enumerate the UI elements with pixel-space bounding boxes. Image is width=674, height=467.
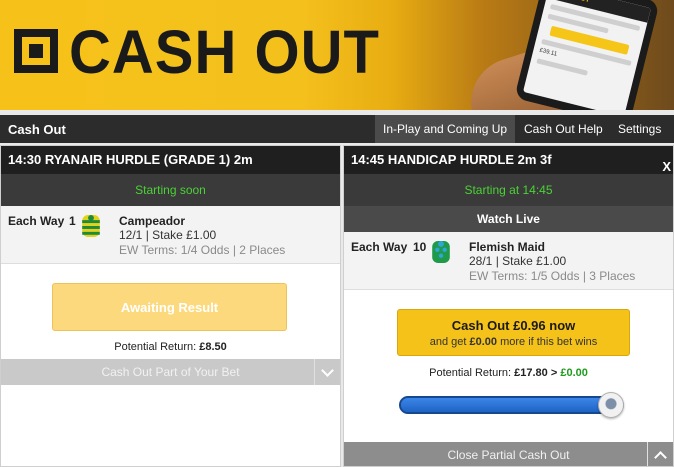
cash-out-sub-amount: £0.00 — [469, 336, 498, 348]
settings-label: Settings — [618, 122, 662, 136]
potential-return-from: £17.80 — [514, 367, 548, 379]
each-way-terms: EW Terms: 1/4 Odds | 2 Places — [119, 243, 286, 257]
potential-return-value: £8.50 — [199, 341, 227, 353]
potential-return: Potential Return: £8.50 — [1, 341, 340, 353]
race-header: 14:30 RYANAIR HURDLE (GRADE 1) 2m — [1, 146, 340, 174]
partial-cash-out-slider[interactable] — [399, 392, 624, 418]
slider-handle[interactable] — [598, 392, 624, 418]
cash-out-logo-icon — [14, 29, 58, 73]
horse-name: Flemish Maid — [469, 240, 546, 254]
cash-out-part-label: Cash Out Part of Your Bet — [101, 365, 240, 379]
potential-return-label: Potential Return: — [114, 341, 200, 353]
race-header-text: 14:45 HANDICAP HURDLE 2m 3f — [351, 152, 552, 167]
horse-name: Campeador — [119, 214, 186, 228]
cash-out-amount: Cash Out £0.96 now — [451, 318, 576, 333]
odds-stake: 28/1 | Stake £1.00 — [469, 254, 567, 268]
phone-image: CASH OUT £39.11 — [514, 0, 660, 110]
race-status: Starting at 14:45 — [344, 174, 673, 206]
tab-settings[interactable]: Settings — [610, 115, 674, 160]
cash-out-part-button[interactable]: Cash Out Part of Your Bet — [1, 359, 340, 385]
race-status: Starting soon — [1, 174, 340, 206]
silk-icon — [432, 241, 450, 263]
chevron-up-icon[interactable] — [647, 442, 673, 466]
bet-type: Each Way — [351, 240, 408, 254]
cash-out-sub-suffix: more if this bet wins — [497, 336, 598, 348]
odds-stake: 12/1 | Stake £1.00 — [119, 228, 217, 242]
race-header: 14:45 HANDICAP HURDLE 2m 3f X — [344, 146, 673, 174]
bet-details: Each Way 10 Flemish Maid 28/1 | Stake £1… — [344, 232, 673, 290]
top-nav-bar: Cash Out In-Play and Coming Up Cash Out … — [0, 115, 674, 160]
potential-return-arrow: > — [547, 367, 561, 379]
potential-return: Potential Return: £17.80 > £0.00 — [344, 367, 673, 379]
bet-card-handicap-hurdle: 14:45 HANDICAP HURDLE 2m 3f X Starting a… — [343, 145, 674, 467]
tab-in-play-and-coming-up[interactable]: In-Play and Coming Up — [375, 115, 516, 143]
chevron-down-icon[interactable] — [314, 359, 340, 385]
cash-out-banner: CASH OUT £39.11 CASH OUT — [0, 0, 674, 110]
silk-icon — [82, 215, 100, 237]
cash-out-button[interactable]: Cash Out £0.96 now and get £0.00 more if… — [397, 309, 630, 356]
page-title: Cash Out — [8, 122, 66, 137]
cash-out-subtext: and get £0.00 more if this bet wins — [398, 336, 629, 348]
slider-fill — [401, 398, 611, 412]
awaiting-result-button: Awaiting Result — [52, 283, 287, 331]
close-partial-cash-out-button[interactable]: Close Partial Cash Out — [344, 442, 673, 466]
tab-cash-out-help[interactable]: Cash Out Help — [516, 115, 611, 143]
runner-number: 10 — [413, 240, 427, 254]
bet-card-ryanair-hurdle: 14:30 RYANAIR HURDLE (GRADE 1) 2m Starti… — [0, 145, 341, 467]
cash-out-sub-prefix: and get — [429, 336, 470, 348]
bet-details: Each Way 1 Campeador 12/1 | Stake £1.00 … — [1, 206, 340, 264]
close-partial-label: Close Partial Cash Out — [447, 448, 570, 462]
watch-live-button[interactable]: Watch Live — [344, 206, 673, 232]
potential-return-to: £0.00 — [560, 367, 588, 379]
banner-title: CASH OUT — [69, 18, 380, 87]
bet-type: Each Way — [8, 214, 65, 228]
close-icon[interactable]: X — [662, 153, 671, 181]
runner-number: 1 — [69, 214, 76, 228]
each-way-terms: EW Terms: 1/5 Odds | 3 Places — [469, 269, 636, 283]
potential-return-label: Potential Return: — [429, 367, 515, 379]
